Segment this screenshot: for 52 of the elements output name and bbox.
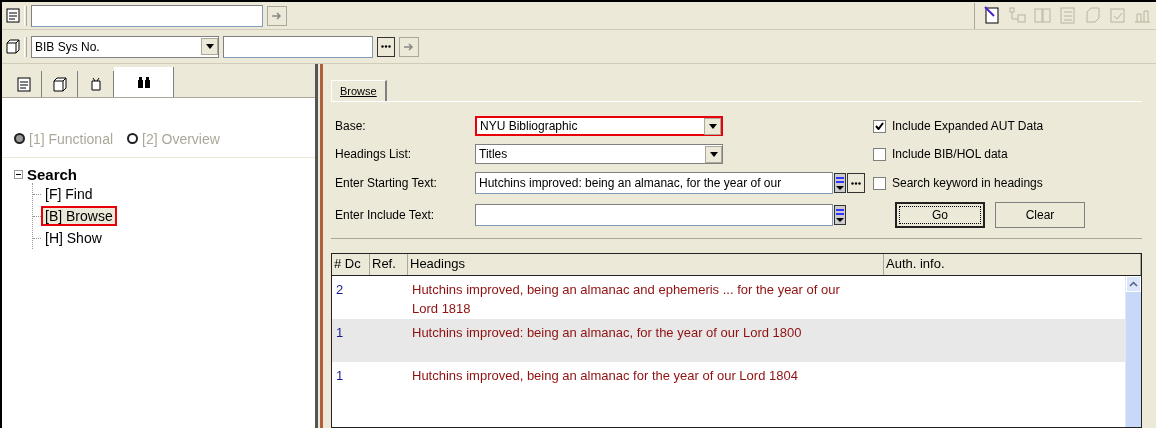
tree-item[interactable]: [F] Find [41,184,97,204]
field-label: Base: [335,119,367,133]
browse-tab[interactable]: Browse [331,80,387,101]
base-dropdown[interactable]: NYU Bibliographic [475,116,723,136]
table-cell-text: Hutchins improved: being an almanac, for the year of our Lord 1800 [411,324,803,342]
checkmark-icon [875,122,884,130]
table-cell-text: 2 [335,281,345,299]
table-cell-text: Hutchins improved, being an almanac and ephemeris ... for the year of our Lord 1818 [411,281,841,318]
include-text-field[interactable] [475,204,833,226]
box-icon [52,76,67,92]
more-button[interactable] [847,173,865,193]
arrow-icon [403,41,415,52]
list-button[interactable] [834,205,846,225]
command-field[interactable] [31,4,263,27]
panel-tab[interactable] [114,67,174,97]
box-icon [6,39,20,54]
search-field-dropdown[interactable]: BIB Sys No. [31,35,219,58]
tree-node[interactable]: Search [14,166,315,183]
document-icon [6,8,20,23]
tree-item[interactable]: [B] Browse [41,206,117,226]
ellipsis-icon [381,45,391,48]
scroll-up-button[interactable] [1126,276,1141,292]
table-cell-text: 1 [335,367,345,385]
search-value-field[interactable] [223,35,373,58]
minus-icon[interactable] [14,170,23,179]
ellipsis-icon [851,181,861,185]
option-checkbox[interactable]: Include Expanded AUT Data [873,119,1085,133]
option-checkbox[interactable]: Include BIB/HOL data [873,147,1085,161]
tree-item[interactable]: [H] Show [41,228,106,248]
caret-icon [205,44,214,49]
caret-icon [709,151,718,157]
table-cell-text: 1 [335,324,345,342]
field-label: Enter Starting Text: [335,176,438,190]
column-header[interactable]: # Dc [332,254,370,275]
starting-text-field[interactable]: Hutchins improved: being an almanac, for the year of our [475,172,833,194]
column-header[interactable]: Auth. info. [884,254,1141,275]
keyword-checkbox[interactable]: Search keyword in headings [873,176,1085,190]
arrow-icon [271,10,283,21]
document-icon [16,76,31,92]
more-button[interactable] [377,36,395,57]
list-button[interactable] [834,173,846,193]
caret-icon [708,123,717,129]
edit-document-icon[interactable] [983,6,1002,25]
column-header[interactable]: Ref. [370,254,408,275]
field-label: Enter Include Text: [335,208,436,222]
field-label: Headings List: [335,147,413,161]
column-header[interactable]: Headings [408,254,884,275]
headings-list-dropdown[interactable]: Titles [475,144,723,164]
action-button[interactable]: Clear [995,202,1085,228]
table-cell-text: Hutchins improved, being an almanac for the year of our Lord 1804 [411,367,799,385]
chevron-up-icon [1129,281,1138,287]
action-button[interactable]: Go [895,202,985,228]
